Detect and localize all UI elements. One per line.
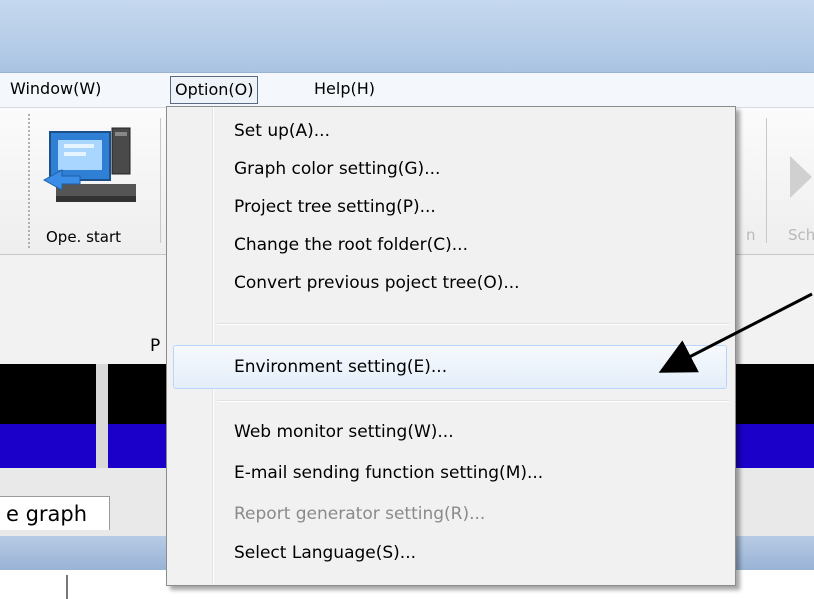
schedule-button-label[interactable]: Sch — [788, 226, 814, 244]
menu-item-graph-color[interactable]: Graph color setting(G)... — [234, 158, 440, 180]
menu-item-language[interactable]: Select Language(S)... — [234, 542, 416, 564]
monitor-cell — [0, 364, 96, 424]
menu-window[interactable]: Window(W) — [6, 77, 105, 101]
toolbar-partial-label: n — [746, 226, 756, 244]
menu-item-setup[interactable]: Set up(A)... — [234, 120, 330, 142]
menu-option[interactable]: Option(O) — [170, 76, 259, 104]
menu-item-project-tree[interactable]: Project tree setting(P)... — [234, 196, 436, 218]
toolbar-separator — [766, 118, 767, 243]
ope-start-button[interactable]: Ope. start — [40, 120, 152, 248]
toolbar-grip[interactable] — [28, 114, 34, 248]
menu-item-root-folder[interactable]: Change the root folder(C)... — [234, 234, 468, 256]
play-icon — [790, 156, 812, 198]
panel-label: P — [150, 336, 161, 356]
divider-line — [66, 575, 68, 599]
menu-item-web-monitor[interactable]: Web monitor setting(W)... — [234, 421, 454, 443]
menu-item-convert-tree[interactable]: Convert previous poject tree(O)... — [234, 272, 520, 294]
menu-item-environment[interactable]: Environment setting(E)... — [234, 356, 447, 378]
menu-bar: Window(W) Option(O) Help(H) — [0, 73, 814, 108]
ope-start-label: Ope. start — [46, 228, 122, 246]
menu-separator — [217, 323, 729, 325]
monitor-cell-blue — [0, 424, 96, 468]
window-titlebar — [0, 0, 814, 73]
cell-divider — [96, 364, 108, 468]
menu-item-email[interactable]: E-mail sending function setting(M)... — [234, 462, 543, 484]
option-dropdown-menu: Set up(A)... Graph color setting(G)... P… — [166, 106, 736, 586]
menu-separator — [217, 400, 729, 402]
computer-icon — [42, 127, 136, 202]
menu-item-report-generator: Report generator setting(R)... — [234, 504, 486, 524]
toolbar-separator — [160, 118, 161, 243]
menu-help[interactable]: Help(H) — [310, 77, 379, 101]
tab-graph[interactable]: e graph — [0, 496, 110, 530]
